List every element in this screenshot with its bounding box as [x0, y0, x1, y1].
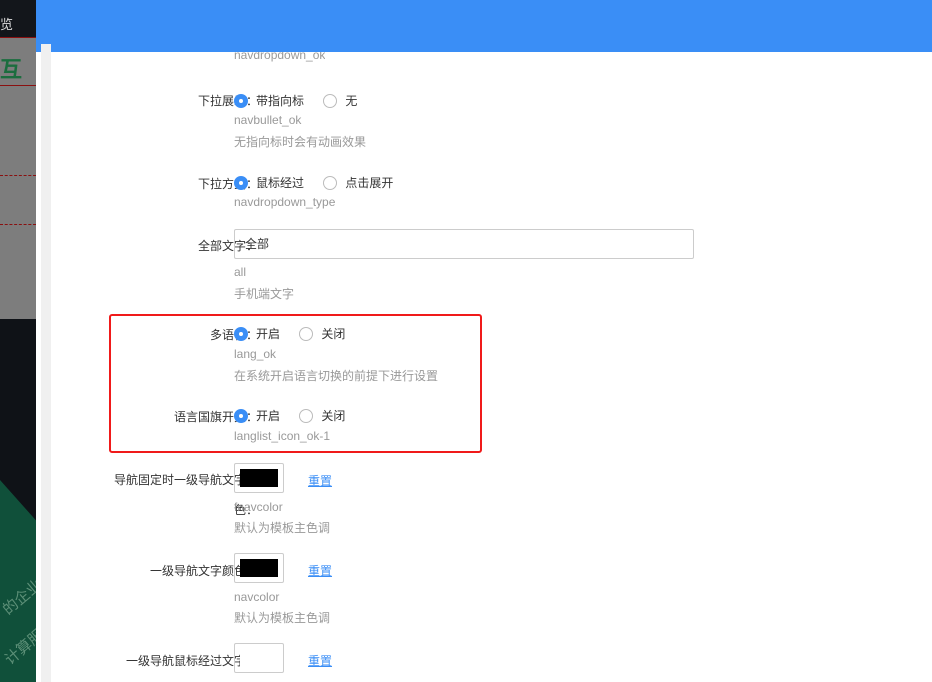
field-key: navdropdown_ok — [234, 52, 326, 62]
radio-click[interactable]: 点击展开 — [323, 174, 393, 191]
radio-label: 点击展开 — [345, 176, 394, 190]
radio-label: 无 — [345, 94, 358, 108]
scroll-track[interactable] — [41, 44, 51, 682]
background-page: 览 互 的企业 计算服 — [0, 0, 36, 682]
hover-color-swatch[interactable] — [234, 643, 284, 673]
radio-unchecked-icon — [323, 93, 338, 108]
radio-checked-icon — [234, 175, 248, 190]
divider — [0, 175, 36, 176]
field-key: all — [234, 265, 247, 279]
radio-none[interactable]: 无 — [323, 92, 357, 109]
radio-unchecked-icon — [323, 175, 338, 190]
navbullet-radio-group: 带指向标 无 — [234, 92, 373, 111]
field-description: 默认为模板主色调 — [234, 521, 331, 535]
radio-hover[interactable]: 鼠标经过 — [234, 174, 304, 191]
field-key: fnavcolor — [234, 500, 283, 514]
background-top-bar: 览 — [0, 0, 36, 38]
settings-modal: navdropdown_ok 下拉展示： 带指向标 无 navbullet_ok… — [36, 0, 932, 682]
field-description: 无指向标时会有动画效果 — [234, 135, 367, 149]
color-fill — [240, 649, 278, 667]
reset-button[interactable]: 重置 — [308, 652, 332, 669]
reset-button[interactable]: 重置 — [308, 562, 332, 579]
all-text-input[interactable]: 全部 — [234, 229, 694, 259]
radio-with-pointer[interactable]: 带指向标 — [234, 92, 304, 109]
fnavcolor-swatch[interactable] — [234, 463, 284, 493]
field-description: 手机端文字 — [234, 287, 295, 301]
color-fill — [240, 469, 278, 487]
dropdown-type-radio-group: 鼠标经过 点击展开 — [234, 174, 409, 193]
field-key: navcolor — [234, 590, 280, 604]
field-description: 默认为模板主色调 — [234, 611, 331, 625]
background-logo: 互 — [0, 52, 36, 86]
highlight-box — [109, 314, 482, 453]
radio-label: 带指向标 — [256, 94, 305, 108]
color-fill — [240, 559, 278, 577]
divider — [0, 224, 36, 225]
modal-header — [36, 0, 932, 52]
radio-label: 鼠标经过 — [256, 176, 305, 190]
radio-checked-icon — [234, 93, 248, 108]
field-key: navbullet_ok — [234, 113, 302, 127]
navcolor-swatch[interactable] — [234, 553, 284, 583]
field-key: navdropdown_type — [234, 195, 336, 209]
reset-button[interactable]: 重置 — [308, 472, 332, 489]
